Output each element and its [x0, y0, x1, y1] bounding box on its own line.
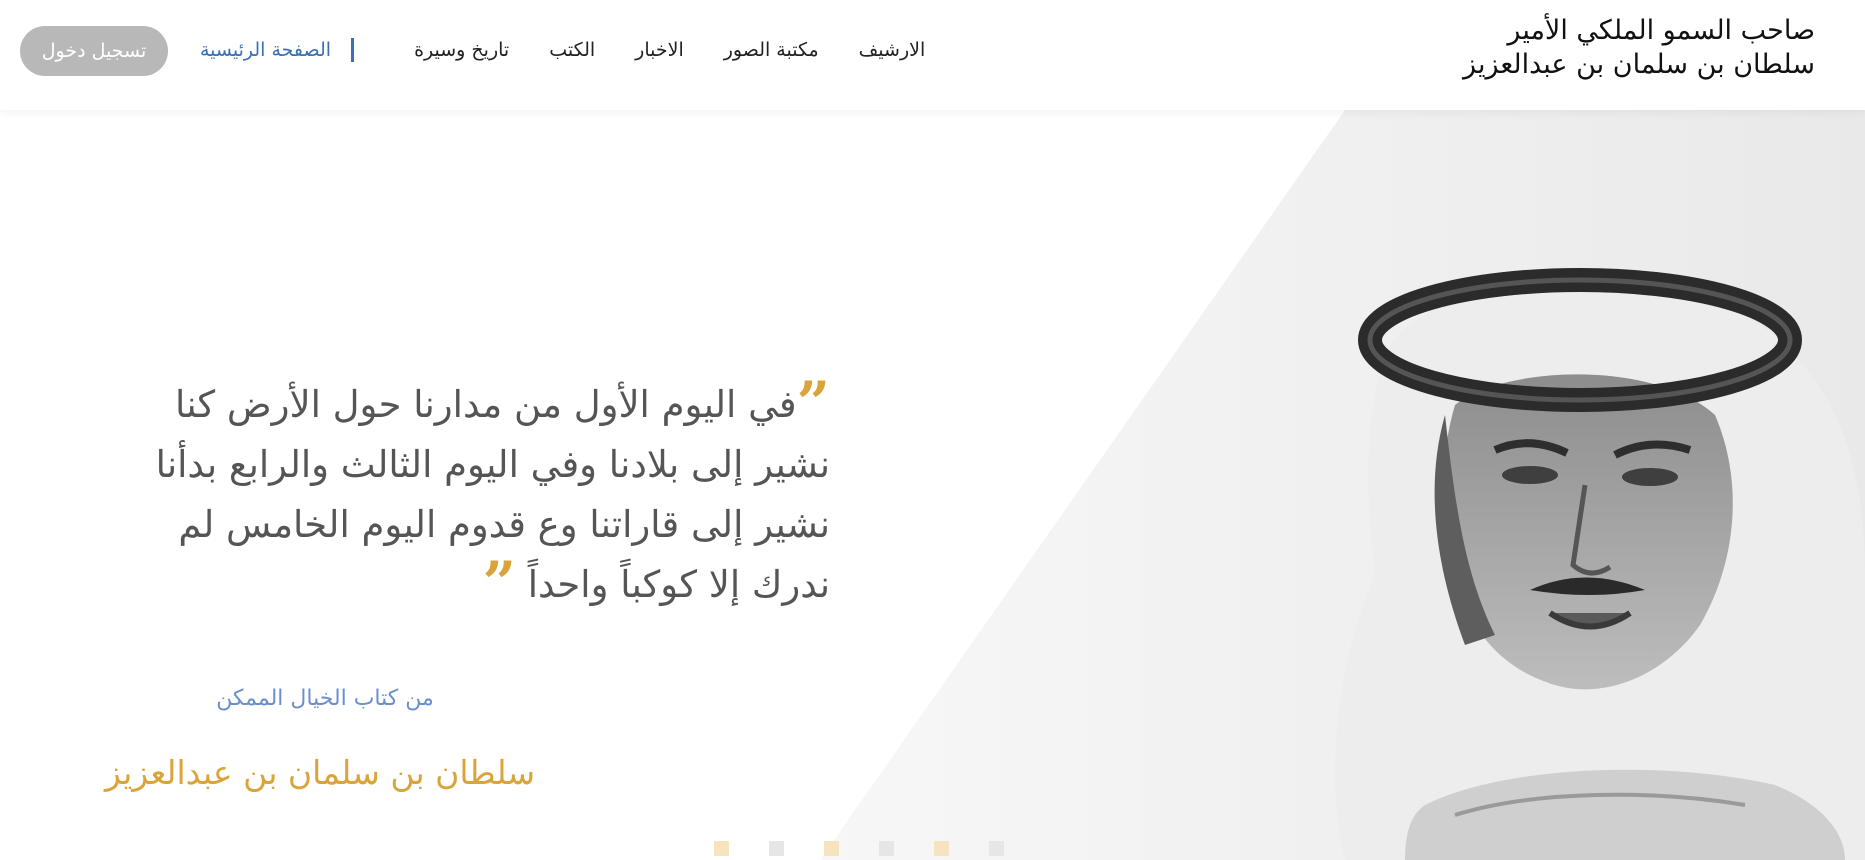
portrait-image	[1335, 268, 1865, 860]
slide-dot[interactable]	[769, 841, 784, 856]
quote-source[interactable]: من كتاب الخيال الممكن	[160, 686, 490, 711]
site-header: صاحب السمو الملكي الأمير سلطان بن سلمان …	[0, 0, 1865, 110]
slide-dot[interactable]	[824, 841, 839, 856]
nav-active-indicator	[351, 38, 355, 62]
nav-item-news[interactable]: الاخبار	[635, 38, 684, 62]
slide-dot[interactable]	[879, 841, 894, 856]
nav-item-books[interactable]: الكتب	[549, 38, 595, 62]
quote-open-mark: ”	[796, 369, 830, 437]
slide-dot[interactable]	[989, 841, 1004, 856]
nav-item-photo-library[interactable]: مكتبة الصور	[724, 38, 819, 62]
site-brand[interactable]: صاحب السمو الملكي الأمير سلطان بن سلمان …	[1395, 14, 1815, 82]
slider-pagination	[714, 841, 1004, 856]
page: صاحب السمو الملكي الأمير سلطان بن سلمان …	[0, 0, 1865, 860]
brand-line-2: سلطان بن سلمان بن عبدالعزيز	[1463, 49, 1815, 80]
slide-dot[interactable]	[714, 841, 729, 856]
main-nav: الصفحة الرئيسية تاريخ وسيرة الكتب الاخبا…	[200, 38, 925, 62]
nav-item-archive[interactable]: الارشيف	[859, 38, 926, 62]
slide-dot[interactable]	[934, 841, 949, 856]
nav-item-home[interactable]: الصفحة الرئيسية	[200, 38, 331, 62]
brand-line-1: صاحب السمو الملكي الأمير	[1507, 15, 1815, 46]
login-button[interactable]: تسجيل دخول	[20, 26, 168, 76]
hero-quote: ”في اليوم الأول من مدارنا حول الأرض كنا …	[100, 374, 830, 617]
quote-author: سلطان بن سلمان بن عبدالعزيز	[104, 753, 536, 792]
quote-close-mark: ”	[482, 549, 516, 617]
nav-item-biography[interactable]: تاريخ وسيرة	[414, 38, 509, 62]
